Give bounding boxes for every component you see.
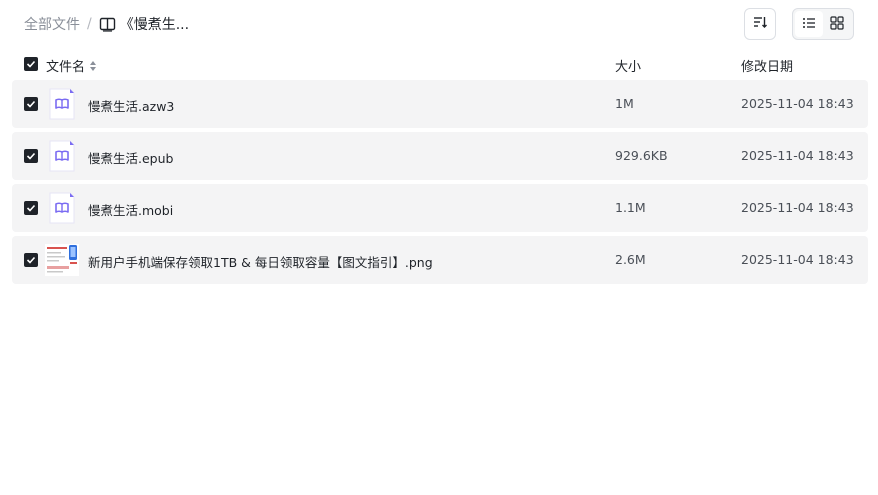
row-checkbox[interactable] [24, 201, 38, 215]
column-name[interactable]: 文件名 [46, 56, 97, 75]
breadcrumb-current: 《慢煮生... [119, 17, 190, 33]
column-name-label: 文件名 [46, 60, 86, 75]
list-view-icon [802, 15, 816, 34]
row-checkbox[interactable] [24, 253, 38, 267]
column-size[interactable]: 大小 [615, 56, 641, 75]
file-date: 2025-11-04 18:43 [741, 200, 854, 215]
sort-arrows-icon [89, 60, 97, 72]
file-browser: 全部文件 / 《慢煮生... 文件名 大小 修改日期 慢煮生活.azw3 1M … [0, 0, 878, 495]
grid-view-button[interactable] [823, 11, 851, 37]
check-icon [26, 256, 36, 264]
grid-view-icon [830, 15, 844, 34]
check-icon [26, 60, 36, 68]
view-toggle [792, 8, 854, 40]
ebook-icon [49, 192, 75, 224]
file-name[interactable]: 慢煮生活.mobi [88, 200, 173, 219]
ebook-icon [49, 88, 75, 120]
sort-list-icon [752, 14, 768, 34]
row-checkbox[interactable] [24, 97, 38, 111]
breadcrumb-root[interactable]: 全部文件 [24, 14, 80, 34]
check-icon [26, 204, 36, 212]
file-date: 2025-11-04 18:43 [741, 252, 854, 267]
check-icon [26, 100, 36, 108]
file-date: 2025-11-04 18:43 [741, 96, 854, 111]
column-header: 文件名 大小 修改日期 [0, 52, 878, 76]
file-row[interactable]: 慢煮生活.azw3 1M 2025-11-04 18:43 [12, 80, 868, 128]
ebook-icon [49, 140, 75, 172]
file-size: 1.1M [615, 200, 646, 215]
check-icon [26, 152, 36, 160]
book-icon [99, 16, 116, 33]
file-size: 1M [615, 96, 634, 111]
file-row[interactable]: 新用户手机端保存领取1TB & 每日领取容量【图文指引】.png 2.6M 20… [12, 236, 868, 284]
sort-button[interactable] [744, 8, 776, 40]
select-all-checkbox[interactable] [24, 57, 38, 71]
file-name[interactable]: 慢煮生活.azw3 [88, 96, 174, 115]
file-list: 慢煮生活.azw3 1M 2025-11-04 18:43 慢煮生活.epub … [12, 80, 868, 288]
breadcrumb-separator: / [87, 16, 92, 32]
file-name[interactable]: 新用户手机端保存领取1TB & 每日领取容量【图文指引】.png [88, 252, 433, 271]
file-name[interactable]: 慢煮生活.epub [88, 148, 173, 167]
breadcrumb: 全部文件 / 《慢煮生... [24, 14, 189, 34]
file-date: 2025-11-04 18:43 [741, 148, 854, 163]
top-bar: 全部文件 / 《慢煮生... [0, 0, 878, 48]
image-thumbnail [45, 244, 79, 276]
file-row[interactable]: 慢煮生活.epub 929.6KB 2025-11-04 18:43 [12, 132, 868, 180]
column-date[interactable]: 修改日期 [741, 56, 793, 75]
list-view-button[interactable] [795, 11, 823, 37]
file-size: 2.6M [615, 252, 646, 267]
file-row[interactable]: 慢煮生活.mobi 1.1M 2025-11-04 18:43 [12, 184, 868, 232]
file-size: 929.6KB [615, 148, 668, 163]
row-checkbox[interactable] [24, 149, 38, 163]
